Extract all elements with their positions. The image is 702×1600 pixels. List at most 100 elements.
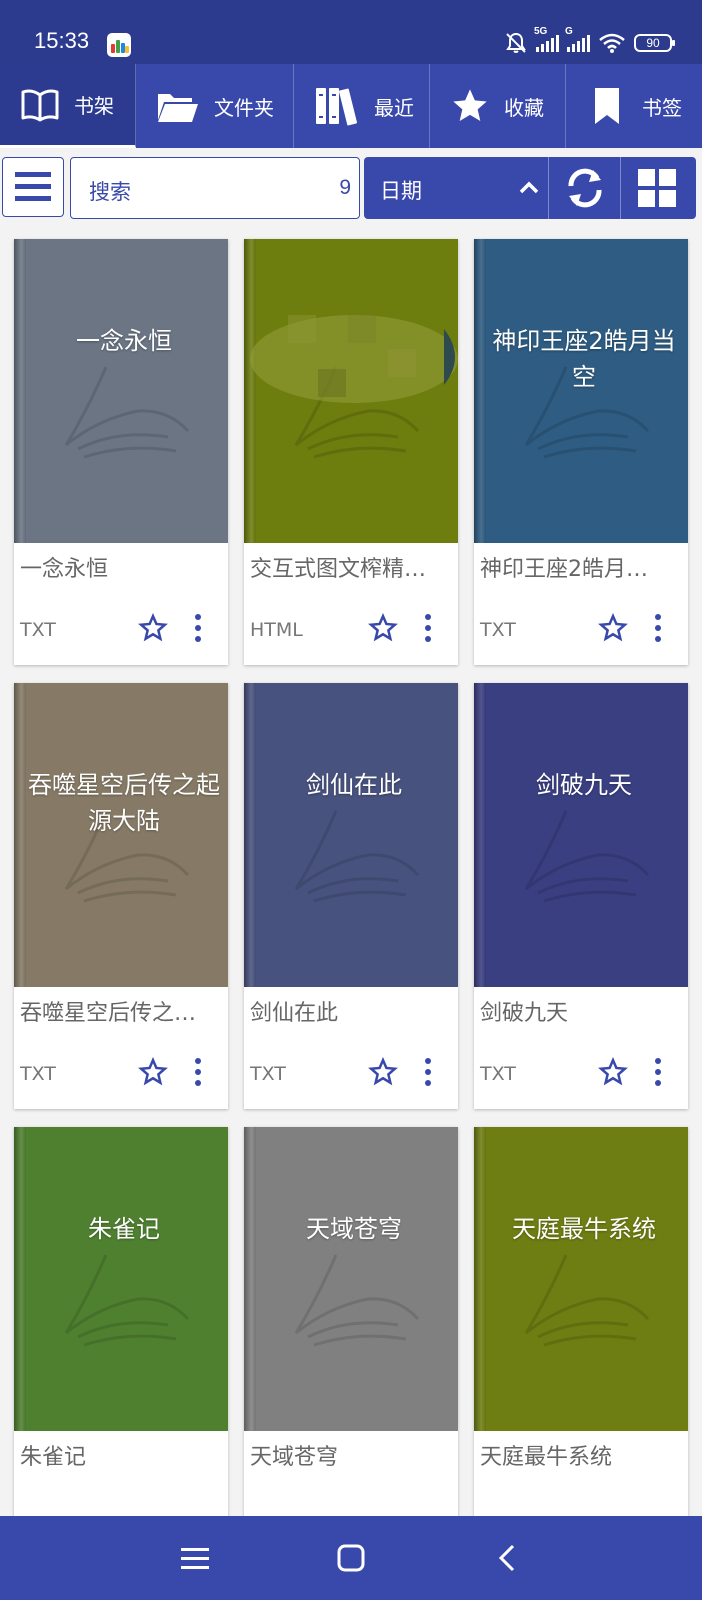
cover-title: 剑仙在此 <box>306 771 402 799</box>
tab-label: 最近 <box>374 95 414 120</box>
search-input[interactable]: 搜索 9 <box>70 157 360 219</box>
tab-favorites[interactable]: 收藏 <box>430 64 566 148</box>
book-name: 天域苍穹 <box>250 1445 339 1470</box>
book-card[interactable]: 交互式图文榨精… HTML <box>244 239 458 665</box>
book-cover[interactable]: 朱雀记 <box>14 1127 228 1431</box>
search-placeholder: 搜索 <box>89 180 131 204</box>
blurred-cover-image <box>250 315 458 403</box>
divider <box>548 157 549 219</box>
tab-bookshelf[interactable]: 书架 <box>0 64 136 148</box>
tab-bookmarks[interactable]: 书签 <box>566 64 702 148</box>
watermark-logo-icon <box>294 810 420 903</box>
book-name: 一念永恒 <box>20 557 109 582</box>
tab-label: 文件夹 <box>214 95 274 120</box>
book-name: 剑破九天 <box>480 1001 569 1026</box>
favorite-star-icon[interactable] <box>598 1057 628 1087</box>
book-name: 交互式图文榨精… <box>250 557 427 582</box>
cover-title: 天庭最牛系统 <box>512 1215 656 1243</box>
watermark-logo-icon <box>524 810 650 903</box>
cover-title: 天域苍穹 <box>306 1215 402 1243</box>
status-icons: 5G G 90 <box>504 26 675 56</box>
tab-recent[interactable]: 最近 <box>294 64 430 148</box>
book-card[interactable]: 剑破九天 剑破九天 TXT <box>474 683 688 1109</box>
book-type: TXT <box>480 619 516 641</box>
folder-icon <box>156 86 200 126</box>
tab-label: 收藏 <box>504 95 544 120</box>
book-cover[interactable]: 剑破九天 <box>474 683 688 987</box>
star-icon <box>450 86 490 126</box>
status-bar: 15:33 5G G 90 <box>0 0 702 64</box>
grid-view-button[interactable] <box>626 163 688 213</box>
home-button[interactable] <box>331 1538 371 1578</box>
book-name: 天庭最牛系统 <box>480 1445 613 1470</box>
network-g-label: G <box>565 26 573 37</box>
favorite-star-icon[interactable] <box>368 613 398 643</box>
book-type: TXT <box>20 619 56 641</box>
network-5g-label: 5G <box>534 26 548 37</box>
book-name: 剑仙在此 <box>250 1001 339 1026</box>
books-icon <box>314 86 360 126</box>
book-cover[interactable]: 神印王座2皓月当空 <box>474 239 688 543</box>
tab-folder[interactable]: 文件夹 <box>136 64 294 148</box>
tab-label: 书架 <box>74 94 114 118</box>
menu-lines-icon <box>181 1548 209 1569</box>
more-options-icon[interactable] <box>650 1057 666 1087</box>
divider <box>620 157 621 219</box>
toolbar: 搜索 9 日期 <box>0 155 702 221</box>
watermark-logo-icon <box>524 1254 650 1347</box>
more-options-icon[interactable] <box>420 1057 436 1087</box>
cover-title: 剑破九天 <box>536 771 632 799</box>
book-cover[interactable] <box>244 239 458 543</box>
watermark-logo-icon <box>64 1254 190 1347</box>
watermark-logo-icon <box>294 1254 420 1347</box>
favorite-star-icon[interactable] <box>138 1057 168 1087</box>
tab-label: 书签 <box>642 95 682 120</box>
hamburger-icon <box>15 172 51 201</box>
book-card[interactable]: 剑仙在此 剑仙在此 TXT <box>244 683 458 1109</box>
cover-title: 吞噬星空后传之起源大陆 <box>28 771 220 835</box>
favorite-star-icon[interactable] <box>368 1057 398 1087</box>
book-type: TXT <box>480 1063 516 1085</box>
more-options-icon[interactable] <box>650 613 666 643</box>
back-chevron-icon <box>498 1544 515 1572</box>
battery-icon: 90 <box>634 34 675 52</box>
favorite-star-icon[interactable] <box>598 613 628 643</box>
recents-button[interactable] <box>175 1538 215 1578</box>
book-cover[interactable]: 天庭最牛系统 <box>474 1127 688 1431</box>
book-cover[interactable]: 天域苍穹 <box>244 1127 458 1431</box>
book-card[interactable]: 天庭最牛系统 天庭最牛系统 <box>474 1127 688 1516</box>
more-options-icon[interactable] <box>420 613 436 643</box>
app-notification-icon <box>107 33 131 57</box>
mute-bell-icon <box>506 32 526 53</box>
book-cover[interactable]: 一念永恒 <box>14 239 228 543</box>
bookmark-icon <box>592 86 622 126</box>
cover-title: 朱雀记 <box>88 1215 160 1243</box>
book-type: TXT <box>250 1063 286 1085</box>
back-button[interactable] <box>487 1538 527 1578</box>
book-card[interactable]: 天域苍穹 天域苍穹 <box>244 1127 458 1516</box>
library-tabs: 书架 文件夹 最近 收藏 书签 <box>0 64 702 148</box>
more-options-icon[interactable] <box>190 613 206 643</box>
chevron-up-icon[interactable] <box>516 175 542 201</box>
more-options-icon[interactable] <box>190 1057 206 1087</box>
book-name: 神印王座2皓月… <box>480 557 648 582</box>
book-card[interactable]: 神印王座2皓月当空 神印王座2皓月… TXT <box>474 239 688 665</box>
refresh-icon <box>568 168 602 208</box>
watermark-logo-icon <box>64 366 190 459</box>
book-card[interactable]: 朱雀记 朱雀记 <box>14 1127 228 1516</box>
signal-g-icon: G <box>565 26 590 52</box>
book-cover[interactable]: 吞噬星空后传之起源大陆 <box>14 683 228 987</box>
book-card[interactable]: 吞噬星空后传之起源大陆 吞噬星空后传之… TXT <box>14 683 228 1109</box>
favorite-star-icon[interactable] <box>138 613 168 643</box>
book-card[interactable]: 一念永恒 一念永恒 TXT <box>14 239 228 665</box>
sort-select[interactable]: 日期 <box>380 175 422 205</box>
grid-icon <box>638 169 676 207</box>
result-count: 9 <box>339 176 351 199</box>
menu-button[interactable] <box>2 157 64 217</box>
refresh-button[interactable] <box>554 163 616 213</box>
cover-title: 一念永恒 <box>76 327 172 355</box>
system-nav-bar <box>0 1516 702 1600</box>
book-type: HTML <box>250 619 303 641</box>
book-cover[interactable]: 剑仙在此 <box>244 683 458 987</box>
status-time: 15:33 <box>34 28 90 53</box>
